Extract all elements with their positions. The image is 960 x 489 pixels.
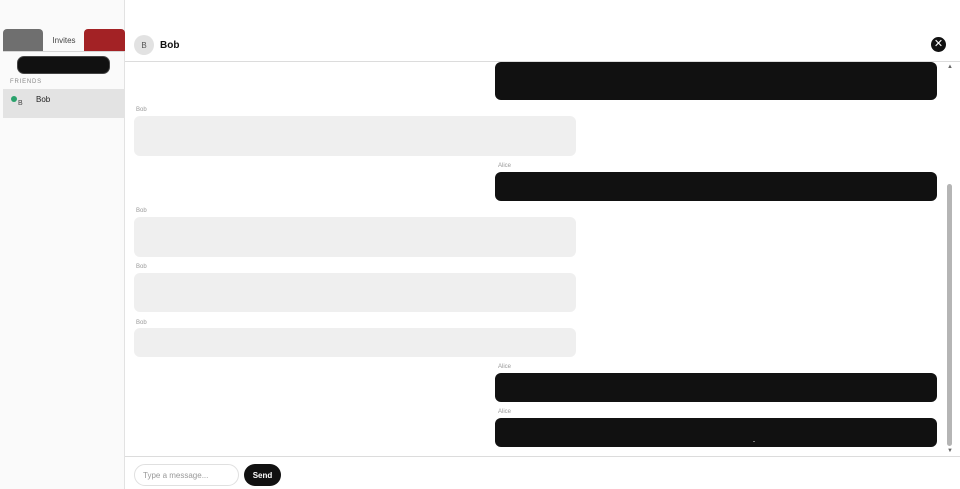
message-bubble-alice (495, 62, 937, 100)
message-bubble-bob (134, 217, 576, 257)
tab-invites[interactable]: Invites (44, 29, 84, 51)
message-sender: Bob (136, 208, 147, 214)
sidebar-tabs: Invites (3, 29, 125, 51)
cursor-mark (753, 441, 755, 442)
message-bubble-alice (495, 418, 937, 447)
message-sender: Alice (498, 364, 512, 370)
message-scrollbar[interactable]: ▲ ▼ (945, 62, 955, 456)
tab-blocked[interactable] (84, 29, 125, 51)
message-sender: Bob (136, 264, 147, 270)
chat-panel: B Bob ✕ Bob Alice Bob Bob Bob Alice Alic… (125, 0, 960, 489)
scroll-thumb[interactable] (947, 184, 952, 446)
chat-app: Invites FRIENDS B Bob B Bob ✕ Bob Alice (0, 0, 960, 489)
chat-header: B Bob ✕ (125, 0, 960, 62)
friend-avatar: B (18, 100, 23, 107)
scroll-down-icon[interactable]: ▼ (947, 448, 953, 454)
tabs-divider (3, 51, 125, 52)
friends-section-label: FRIENDS (10, 79, 42, 85)
message-sender: Alice (498, 409, 512, 415)
message-bubble-bob (134, 273, 576, 312)
chat-title: Bob (160, 40, 180, 51)
scroll-up-icon[interactable]: ▲ (947, 64, 953, 70)
message-composer: Send (125, 456, 960, 489)
message-sender: Bob (136, 320, 147, 326)
friend-list-item[interactable]: B Bob (3, 89, 125, 118)
message-bubble-bob (134, 328, 576, 357)
close-icon[interactable]: ✕ (931, 37, 946, 52)
message-bubble-bob (134, 116, 576, 156)
tab-friends[interactable] (3, 29, 43, 51)
sidebar: Invites FRIENDS B Bob (0, 0, 125, 489)
message-bubble-alice (495, 373, 937, 402)
message-bubble-alice (495, 172, 937, 201)
send-button[interactable]: Send (244, 464, 281, 486)
friend-name: Bob (36, 95, 51, 104)
message-sender: Bob (136, 107, 147, 113)
friend-search-input[interactable] (17, 56, 110, 74)
message-sender: Alice (498, 163, 512, 169)
avatar: B (134, 35, 154, 55)
message-input[interactable] (134, 464, 239, 486)
message-list: Bob Alice Bob Bob Bob Alice Alice (125, 62, 945, 456)
online-status-icon (11, 96, 17, 102)
